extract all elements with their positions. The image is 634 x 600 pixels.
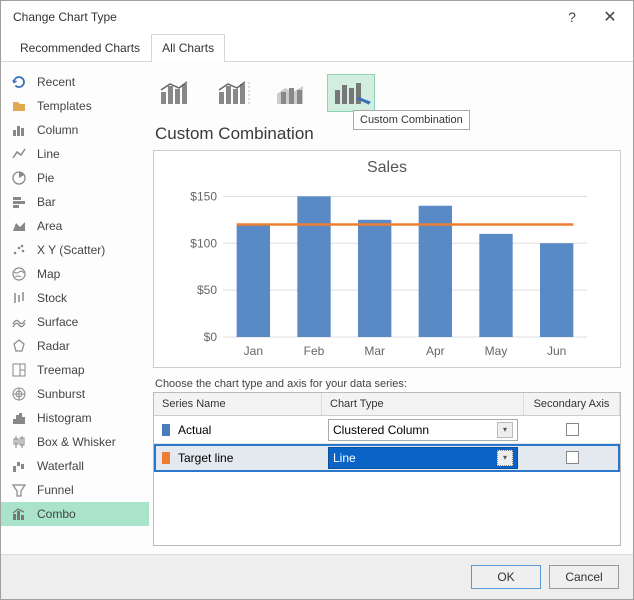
- sidebar-label: Recent: [37, 75, 75, 89]
- area-icon: [11, 218, 27, 234]
- sidebar-item-histogram[interactable]: Histogram: [1, 406, 149, 430]
- sidebar-label: Line: [37, 147, 60, 161]
- svg-text:$150: $150: [190, 189, 217, 203]
- chart-title: Sales: [166, 159, 608, 177]
- ok-button[interactable]: OK: [471, 565, 541, 589]
- sidebar-item-column[interactable]: Column: [1, 118, 149, 142]
- funnel-icon: [11, 482, 27, 498]
- col-secondary-axis: Secondary Axis: [524, 393, 620, 415]
- sidebar-label: Surface: [37, 315, 78, 329]
- chart-type-sidebar: Recent Templates Column Line Pie Bar Are…: [1, 62, 149, 554]
- line-icon: [11, 146, 27, 162]
- svg-text:Apr: Apr: [426, 344, 445, 358]
- surface-icon: [11, 314, 27, 330]
- stock-icon: [11, 290, 27, 306]
- subtype-clustered-column-line-secondary[interactable]: [211, 74, 259, 112]
- sidebar-label: Sunburst: [37, 387, 85, 401]
- sidebar-label: Box & Whisker: [37, 435, 116, 449]
- boxwhisker-icon: [11, 434, 27, 450]
- tab-recommended[interactable]: Recommended Charts: [9, 34, 151, 62]
- subtype-tooltip: Custom Combination: [353, 110, 470, 130]
- sidebar-label: X Y (Scatter): [37, 243, 105, 257]
- sidebar-item-area[interactable]: Area: [1, 214, 149, 238]
- sidebar-item-funnel[interactable]: Funnel: [1, 478, 149, 502]
- scatter-icon: [11, 242, 27, 258]
- sidebar-label: Pie: [37, 171, 54, 185]
- subtype-stacked-area-column[interactable]: [269, 74, 317, 112]
- help-button[interactable]: ?: [553, 3, 591, 31]
- sidebar-label: Templates: [37, 99, 92, 113]
- chart-type-dropdown[interactable]: Line▾: [328, 447, 518, 469]
- close-button[interactable]: ✕: [591, 3, 629, 31]
- histogram-icon: [11, 410, 27, 426]
- sidebar-label: Stock: [37, 291, 67, 305]
- sidebar-item-recent[interactable]: Recent: [1, 70, 149, 94]
- series-row-target[interactable]: Target line Line▾: [154, 444, 620, 472]
- sidebar-label: Map: [37, 267, 60, 281]
- series-row-actual[interactable]: Actual Clustered Column▾: [154, 416, 620, 444]
- secondary-axis-checkbox[interactable]: [566, 423, 579, 436]
- sidebar-label: Funnel: [37, 483, 74, 497]
- sidebar-item-boxwhisker[interactable]: Box & Whisker: [1, 430, 149, 454]
- sidebar-item-treemap[interactable]: Treemap: [1, 358, 149, 382]
- map-icon: [11, 266, 27, 282]
- svg-text:$50: $50: [197, 283, 217, 297]
- cancel-button[interactable]: Cancel: [549, 565, 619, 589]
- secondary-axis-checkbox[interactable]: [566, 451, 579, 464]
- sidebar-item-stock[interactable]: Stock: [1, 286, 149, 310]
- sidebar-item-waterfall[interactable]: Waterfall: [1, 454, 149, 478]
- svg-text:Mar: Mar: [364, 344, 385, 358]
- sidebar-item-templates[interactable]: Templates: [1, 94, 149, 118]
- sidebar-label: Waterfall: [37, 459, 84, 473]
- svg-text:Jun: Jun: [547, 344, 566, 358]
- series-marker: [162, 424, 170, 436]
- series-name: Actual: [178, 423, 211, 437]
- col-series-name: Series Name: [154, 393, 322, 415]
- dialog-title: Change Chart Type: [13, 10, 553, 24]
- svg-text:Feb: Feb: [304, 344, 325, 358]
- chart-preview: Sales $0 $50 $100 $150 Jan Feb Mar Apr May Jun: [153, 150, 621, 368]
- combo-icon: [11, 506, 27, 522]
- svg-text:Jan: Jan: [244, 344, 263, 358]
- col-chart-type: Chart Type: [322, 393, 524, 415]
- subtype-custom-combination[interactable]: [327, 74, 375, 112]
- svg-text:$0: $0: [204, 330, 218, 344]
- sidebar-item-surface[interactable]: Surface: [1, 310, 149, 334]
- sidebar-label: Combo: [37, 507, 76, 521]
- sidebar-item-scatter[interactable]: X Y (Scatter): [1, 238, 149, 262]
- sidebar-item-combo[interactable]: Combo: [1, 502, 149, 526]
- chevron-down-icon: ▾: [497, 422, 513, 438]
- bar-icon: [11, 194, 27, 210]
- series-grid: Series Name Chart Type Secondary Axis Ac…: [153, 392, 621, 546]
- sidebar-item-sunburst[interactable]: Sunburst: [1, 382, 149, 406]
- series-marker: [162, 452, 170, 464]
- subtype-clustered-column-line[interactable]: [153, 74, 201, 112]
- templates-icon: [11, 98, 27, 114]
- svg-text:May: May: [485, 344, 508, 358]
- sidebar-item-line[interactable]: Line: [1, 142, 149, 166]
- sidebar-item-map[interactable]: Map: [1, 262, 149, 286]
- sidebar-label: Area: [37, 219, 62, 233]
- sidebar-label: Histogram: [37, 411, 92, 425]
- chevron-down-icon: ▾: [497, 450, 513, 466]
- sunburst-icon: [11, 386, 27, 402]
- sidebar-item-pie[interactable]: Pie: [1, 166, 149, 190]
- sidebar-label: Radar: [37, 339, 70, 353]
- series-name: Target line: [178, 451, 233, 465]
- tab-all-charts[interactable]: All Charts: [151, 34, 225, 62]
- treemap-icon: [11, 362, 27, 378]
- recent-icon: [11, 74, 27, 90]
- column-icon: [11, 122, 27, 138]
- pie-icon: [11, 170, 27, 186]
- radar-icon: [11, 338, 27, 354]
- svg-text:$100: $100: [190, 236, 217, 250]
- series-instructions: Choose the chart type and axis for your …: [155, 378, 621, 390]
- sidebar-label: Bar: [37, 195, 56, 209]
- chart-type-dropdown[interactable]: Clustered Column▾: [328, 419, 518, 441]
- sidebar-label: Column: [37, 123, 78, 137]
- sidebar-item-bar[interactable]: Bar: [1, 190, 149, 214]
- sidebar-label: Treemap: [37, 363, 85, 377]
- waterfall-icon: [11, 458, 27, 474]
- sidebar-item-radar[interactable]: Radar: [1, 334, 149, 358]
